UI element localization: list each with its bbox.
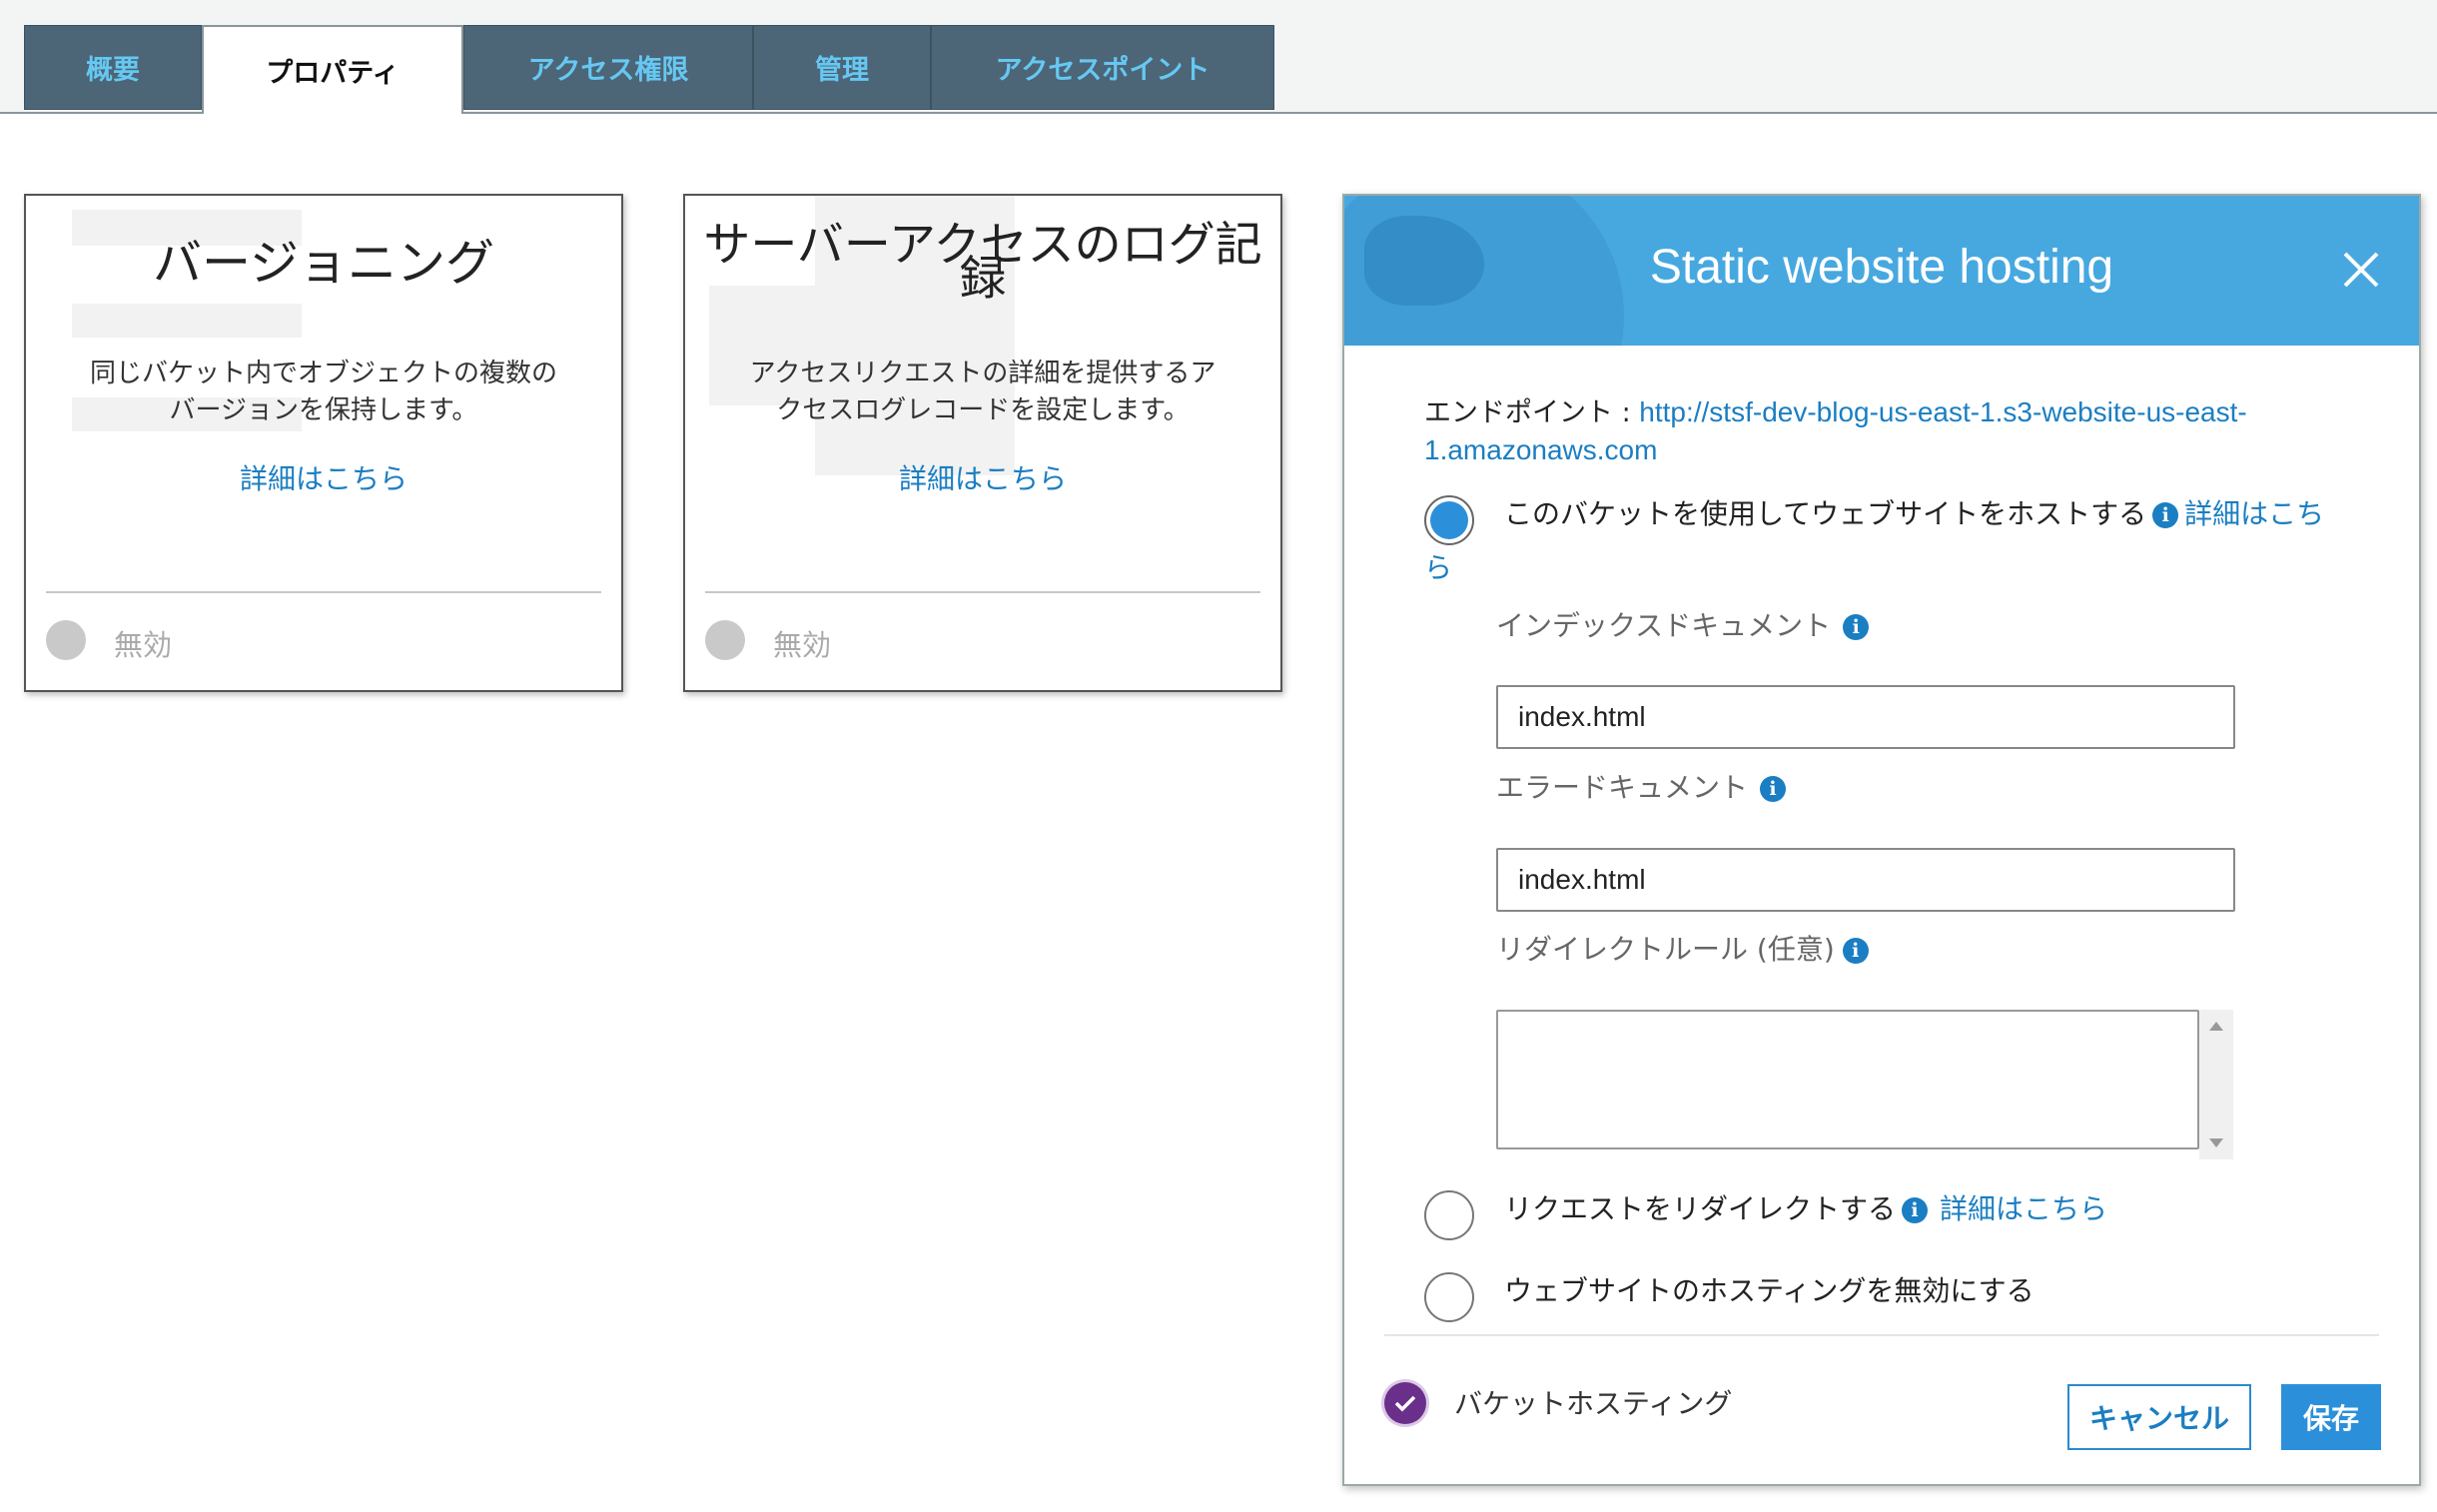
option-redirect-text: リクエストをリダイレクトする	[1504, 1192, 1897, 1225]
dialog-title: Static website hosting	[1649, 241, 2114, 294]
divider	[1384, 1334, 2379, 1336]
divider	[705, 591, 1260, 593]
info-icon[interactable]: i	[1760, 776, 1787, 802]
dialog-header: Static website hosting	[1344, 196, 2419, 346]
radio-disable-hosting[interactable]	[1424, 1272, 1474, 1322]
status-text: 無効	[114, 628, 173, 662]
radio-redirect-requests[interactable]	[1424, 1190, 1474, 1240]
card-description-line: 同じバケット内でオブジェクトの複数の	[89, 359, 557, 388]
learn-more-link[interactable]: 詳細はこちら	[685, 457, 1280, 497]
radio-host-website[interactable]	[1424, 495, 1474, 545]
learn-more-link[interactable]: 詳細はこちら	[26, 457, 621, 497]
option-redirect-label: リクエストをリダイレクトする i 詳細はこちら	[1504, 1190, 2107, 1228]
check-circle-icon	[1384, 1382, 1426, 1424]
cancel-button[interactable]: キャンセル	[2067, 1384, 2251, 1450]
index-document-label-text: インデックスドキュメント	[1496, 609, 1832, 642]
option-host-website-label: このバケットを使用してウェブサイトをホストする i 詳細はこち	[1504, 495, 2383, 533]
card-title: サーバーアクセスのログ記 録	[685, 222, 1280, 303]
info-icon[interactable]: i	[1902, 1197, 1929, 1223]
divider	[46, 591, 601, 593]
endpoint-url-link[interactable]: http://stsf-dev-blog-us-east-1.s3-websit…	[1639, 396, 2246, 427]
card-description-line: バージョンを保持します。	[169, 395, 478, 425]
endpoint-label: エンドポイント :	[1424, 397, 1640, 428]
info-icon[interactable]: i	[2152, 502, 2179, 528]
index-document-input[interactable]: index.html	[1496, 685, 2235, 749]
close-icon[interactable]	[2337, 246, 2385, 294]
info-icon[interactable]: i	[1842, 938, 1869, 964]
versioning-card[interactable]: バージョニング 同じバケット内でオブジェクトの複数の バージョンを保持します。 …	[24, 194, 623, 692]
tab-management[interactable]: 管理	[753, 25, 931, 110]
scroll-up-icon[interactable]	[2209, 1022, 2223, 1031]
option-host-text: このバケットを使用してウェブサイトをホストする	[1504, 497, 2147, 530]
info-icon[interactable]: i	[1843, 614, 1870, 640]
status-text: 無効	[773, 628, 832, 662]
tab-overview[interactable]: 概要	[24, 25, 202, 110]
redirect-rules-textarea[interactable]	[1496, 1010, 2199, 1149]
learn-more-link-continued[interactable]: ら	[1424, 551, 1452, 584]
card-bg-shape	[72, 304, 302, 338]
bucket-hosting-label: バケットホスティング	[1454, 1387, 1733, 1420]
card-description: 同じバケット内でオブジェクトの複数の バージョンを保持します。	[66, 356, 581, 429]
endpoint-info: エンドポイント : http://stsf-dev-blog-us-east-1…	[1424, 393, 2343, 469]
learn-more-link[interactable]: 詳細はこち	[2184, 497, 2324, 530]
learn-more-link[interactable]: 詳細はこちら	[1940, 1192, 2107, 1225]
card-description-line: アクセスリクエストの詳細を提供するア	[749, 359, 1217, 388]
index-document-label: インデックスドキュメント i	[1496, 607, 1875, 645]
save-button[interactable]: 保存	[2281, 1384, 2381, 1450]
card-title: バージョニング	[152, 235, 495, 292]
tab-properties[interactable]: プロパティ	[202, 25, 463, 114]
tab-bar: 概要 プロパティ アクセス権限 管理 アクセスポイント	[0, 0, 2437, 114]
tab-permissions[interactable]: アクセス権限	[463, 25, 753, 110]
learn-more-link-wrap: ら	[1424, 549, 1452, 587]
error-document-label: エラードキュメント i	[1496, 769, 1792, 807]
tab-access-points[interactable]: アクセスポイント	[931, 25, 1274, 110]
redirect-rules-label: リダイレクトルール (任意) i	[1496, 931, 1875, 969]
scroll-down-icon[interactable]	[2209, 1138, 2223, 1147]
option-disable-label: ウェブサイトのホスティングを無効にする	[1504, 1274, 2034, 1307]
status-indicator-icon	[705, 620, 745, 660]
redirect-rules-label-text: リダイレクトルール (任意)	[1496, 933, 1835, 966]
textarea-scrollbar[interactable]	[2199, 1010, 2233, 1159]
error-document-label-text: エラードキュメント	[1496, 771, 1749, 804]
status-indicator-icon	[46, 620, 86, 660]
server-access-logging-card[interactable]: サーバーアクセスのログ記 録 アクセスリクエストの詳細を提供するア クセスログレ…	[683, 194, 1282, 692]
error-document-input[interactable]: index.html	[1496, 848, 2235, 912]
static-website-hosting-dialog: Static website hosting エンドポイント : http://…	[1342, 194, 2421, 1486]
card-description-line: クセスログレコードを設定します。	[776, 395, 1190, 425]
endpoint-url-link-continued[interactable]: 1.amazonaws.com	[1424, 434, 1657, 465]
card-description: アクセスリクエストの詳細を提供するア クセスログレコードを設定します。	[725, 356, 1240, 429]
